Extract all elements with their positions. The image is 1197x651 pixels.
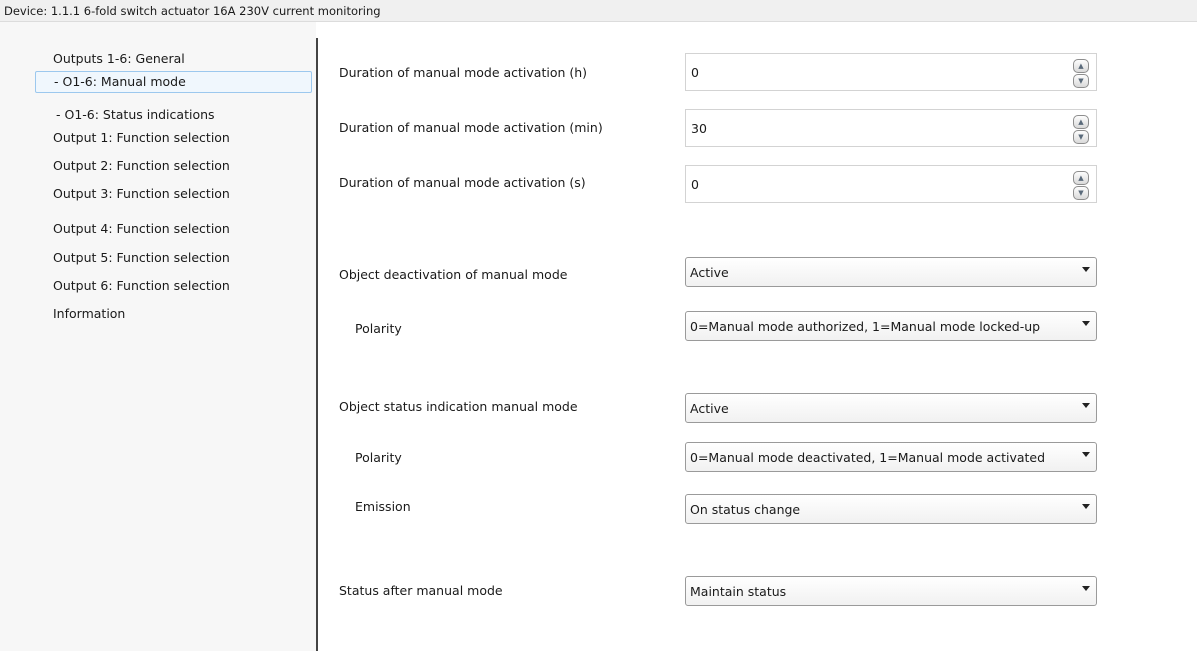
status-polarity-value: 0=Manual mode deactivated, 1=Manual mode… (690, 450, 1046, 465)
object-deactivation-select[interactable]: Active (685, 257, 1097, 287)
duration-s-label: Duration of manual mode activation (s) (339, 175, 586, 190)
spin-up-icon[interactable]: ▲ (1073, 171, 1089, 185)
panel-divider[interactable] (316, 38, 318, 651)
duration-s-input[interactable]: 0 ▲ ▼ (685, 165, 1097, 203)
object-status-label: Object status indication manual mode (339, 399, 578, 414)
duration-h-value: 0 (691, 65, 699, 80)
chevron-down-icon[interactable] (1082, 504, 1090, 509)
tree-item-output-6[interactable]: Output 6: Function selection (50, 275, 280, 297)
spin-down-icon[interactable]: ▼ (1073, 74, 1089, 88)
status-after-value: Maintain status (690, 584, 787, 599)
spin-up-icon[interactable]: ▲ (1073, 115, 1089, 129)
device-title-bar: Device: 1.1.1 6-fold switch actuator 16A… (0, 0, 1197, 22)
device-title: Device: 1.1.1 6-fold switch actuator 16A… (4, 4, 381, 18)
tree-item-output-1[interactable]: Output 1: Function selection (50, 127, 280, 149)
spin-down-icon[interactable]: ▼ (1073, 186, 1089, 200)
status-polarity-label: Polarity (355, 450, 402, 465)
chevron-down-icon[interactable] (1082, 452, 1090, 457)
parameter-tree: Outputs 1-6: General - O1-6: Manual mode… (0, 22, 316, 651)
tree-item-outputs-general[interactable]: Outputs 1-6: General (50, 48, 280, 70)
tree-item-output-2[interactable]: Output 2: Function selection (50, 155, 280, 177)
duration-min-label: Duration of manual mode activation (min) (339, 120, 603, 135)
duration-min-input[interactable]: 30 ▲ ▼ (685, 109, 1097, 147)
deactivation-polarity-value: 0=Manual mode authorized, 1=Manual mode … (690, 319, 1041, 334)
object-status-select[interactable]: Active (685, 393, 1097, 423)
tree-item-status-indications[interactable]: - O1-6: Status indications (53, 104, 283, 126)
deactivation-polarity-select[interactable]: 0=Manual mode authorized, 1=Manual mode … (685, 311, 1097, 341)
duration-s-value: 0 (691, 177, 699, 192)
chevron-down-icon[interactable] (1082, 321, 1090, 326)
chevron-down-icon[interactable] (1082, 267, 1090, 272)
tree-item-output-4[interactable]: Output 4: Function selection (50, 218, 280, 240)
object-status-value: Active (690, 401, 729, 416)
duration-min-value: 30 (691, 121, 707, 136)
emission-label: Emission (355, 499, 411, 514)
tree-item-output-5[interactable]: Output 5: Function selection (50, 247, 280, 269)
tree-item-manual-mode[interactable]: - O1-6: Manual mode (35, 71, 312, 93)
chevron-down-icon[interactable] (1082, 403, 1090, 408)
spin-down-icon[interactable]: ▼ (1073, 130, 1089, 144)
status-after-label: Status after manual mode (339, 583, 503, 598)
chevron-down-icon[interactable] (1082, 586, 1090, 591)
status-polarity-select[interactable]: 0=Manual mode deactivated, 1=Manual mode… (685, 442, 1097, 472)
duration-h-label: Duration of manual mode activation (h) (339, 65, 588, 80)
duration-h-input[interactable]: 0 ▲ ▼ (685, 53, 1097, 91)
spin-up-icon[interactable]: ▲ (1073, 59, 1089, 73)
emission-value: On status change (690, 502, 801, 517)
object-deactivation-value: Active (690, 265, 729, 280)
status-after-select[interactable]: Maintain status (685, 576, 1097, 606)
emission-select[interactable]: On status change (685, 494, 1097, 524)
tree-item-information[interactable]: Information (50, 303, 280, 325)
tree-item-output-3[interactable]: Output 3: Function selection (50, 183, 280, 205)
object-deactivation-label: Object deactivation of manual mode (339, 267, 568, 282)
deactivation-polarity-label: Polarity (355, 321, 402, 336)
